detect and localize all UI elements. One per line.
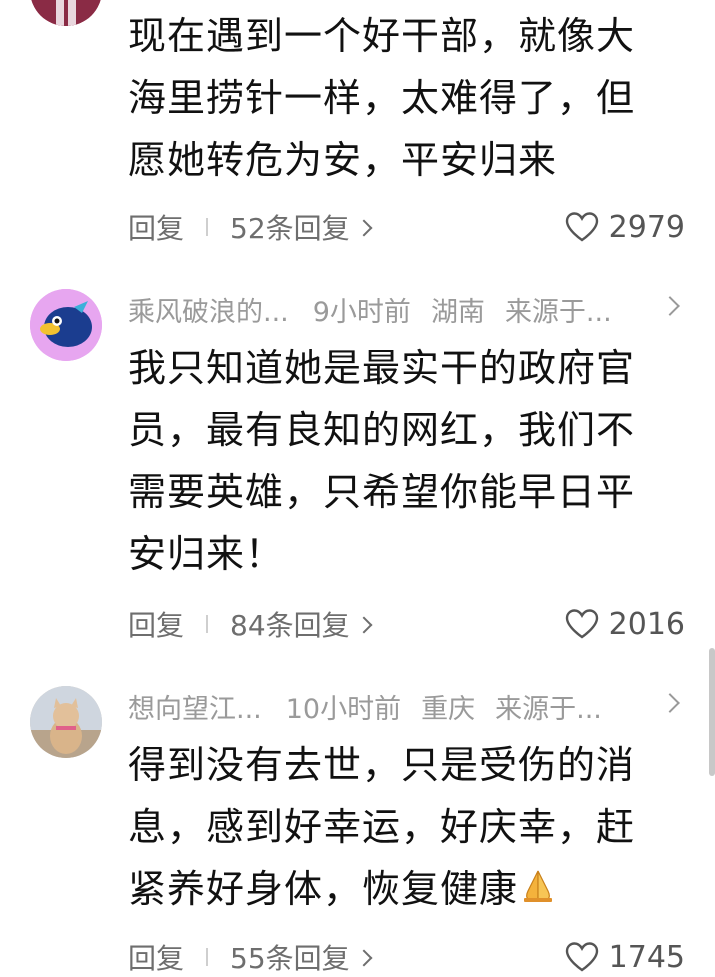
scrollbar[interactable]	[709, 648, 715, 776]
heart-icon	[565, 212, 598, 242]
comment-actions: 回复 52条回复 2979	[128, 207, 685, 247]
view-replies-button[interactable]: 52条回复	[230, 207, 373, 247]
replies-count-label: 55条回复	[230, 942, 350, 975]
user-avatar[interactable]	[30, 0, 102, 26]
replies-count-label: 84条回复	[230, 609, 350, 642]
comment-actions: 回复 55条回复 1745	[128, 937, 685, 977]
comment-text-line: 现在遇到一个好干部，就像大	[128, 14, 636, 58]
like-button[interactable]: 2979	[565, 210, 685, 245]
username[interactable]: 乘风破浪的...	[128, 290, 289, 329]
comment-text-line: 员，最有良知的网红，我们不	[128, 408, 636, 452]
comment-meta: 想向望江... 10小时前 重庆 来源于...	[128, 686, 685, 726]
avatar-image	[30, 289, 102, 361]
comment-text-line: 我只知道她是最实干的政府官	[128, 346, 636, 390]
comment-meta: 乘风破浪的... 9小时前 湖南 来源于...	[128, 289, 685, 329]
chevron-right-icon	[355, 219, 373, 237]
avatar-image	[30, 0, 102, 26]
chevron-right-icon	[355, 949, 373, 967]
reply-button[interactable]: 回复	[128, 207, 184, 247]
heart-icon	[565, 609, 598, 639]
username[interactable]: 想向望江...	[128, 687, 262, 726]
chevron-right-icon[interactable]	[660, 693, 680, 713]
divider	[206, 615, 209, 633]
comment-text-line: 愿她转危为安，平安归来	[128, 138, 558, 182]
source-label: 来源于...	[495, 693, 602, 725]
comment-text: 得到没有去世，只是受伤的消 息，感到好幸运，好庆幸，赶 紧养好身体，恢复健康	[128, 734, 688, 923]
divider	[206, 218, 209, 236]
view-replies-button[interactable]: 55条回复	[230, 937, 373, 977]
source-label: 来源于...	[504, 296, 612, 328]
reply-button[interactable]: 回复	[128, 937, 184, 977]
comment-text-line: 得到没有去世，只是受伤的消	[128, 743, 636, 787]
comment-text-line: 紧养好身体，恢复健康	[128, 858, 688, 923]
comment-text-line: 海里捞针一样，太难得了，但	[128, 76, 636, 120]
comment-text-line-content: 紧养好身体，恢复健康	[128, 867, 519, 911]
heart-icon	[565, 942, 598, 972]
user-avatar[interactable]	[30, 686, 102, 758]
comment-text: 我只知道她是最实干的政府官 员，最有良知的网红，我们不 需要英雄，只希望你能早日…	[128, 337, 688, 585]
location: 湖南	[430, 296, 485, 328]
location: 重庆	[421, 693, 476, 725]
comment-text-line: 息，感到好幸运，好庆幸，赶	[128, 805, 636, 849]
comment-actions: 回复 84条回复 2016	[128, 604, 685, 644]
comment-text-line: 需要英雄，只希望你能早日平	[128, 470, 636, 514]
timestamp: 9小时前	[312, 296, 411, 328]
avatar-image	[30, 686, 102, 758]
comment-text-line: 安归来！	[128, 532, 285, 576]
view-replies-button[interactable]: 84条回复	[230, 604, 373, 644]
comment-text: 现在遇到一个好干部，就像大 海里捞针一样，太难得了，但 愿她转危为安，平安归来	[128, 5, 688, 191]
like-count: 2979	[608, 209, 685, 245]
divider	[206, 948, 209, 966]
like-count: 1745	[608, 939, 685, 975]
like-count: 2016	[608, 606, 685, 642]
user-avatar[interactable]	[30, 289, 102, 361]
praying-hands-icon	[518, 861, 558, 923]
like-button[interactable]: 1745	[565, 940, 685, 975]
chevron-right-icon[interactable]	[660, 296, 680, 316]
like-button[interactable]: 2016	[565, 607, 685, 642]
chevron-right-icon	[355, 616, 373, 634]
timestamp: 10小时前	[285, 693, 402, 725]
reply-button[interactable]: 回复	[128, 604, 184, 644]
replies-count-label: 52条回复	[230, 212, 350, 245]
